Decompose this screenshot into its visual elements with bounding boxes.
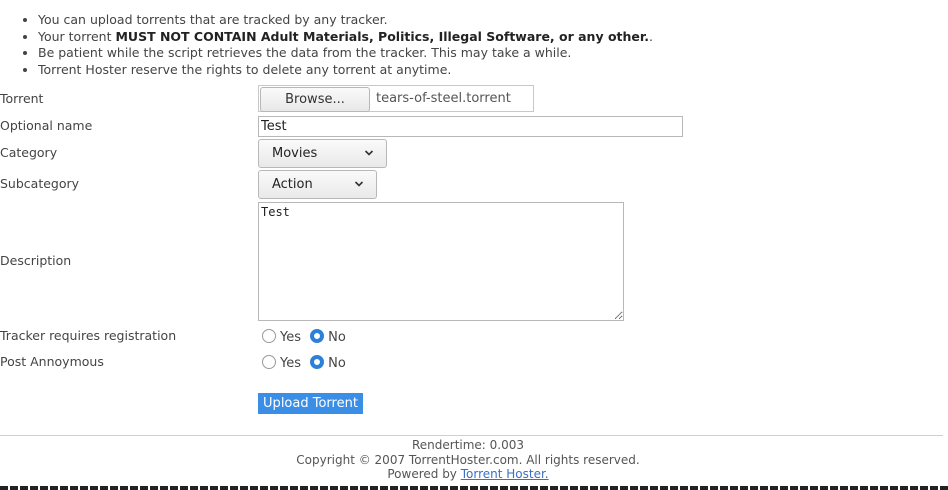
copyright-text: Copyright © 2007 TorrentHoster.com. All …: [296, 453, 640, 467]
rule-item: Be patient while the script retrieves th…: [38, 45, 653, 62]
browse-button[interactable]: Browse...: [260, 87, 370, 112]
torrent-file-input[interactable]: Browse... tears-of-steel.torrent: [258, 85, 534, 112]
rule-text: You can upload torrents that are tracked…: [38, 12, 388, 27]
powered-by-text: Powered by: [387, 467, 461, 481]
tracker-no-radio[interactable]: [310, 329, 325, 343]
rule-text-end: .: [649, 28, 654, 44]
subcategory-label: Subcategory: [0, 176, 80, 191]
category-selected-value: Movies: [272, 146, 318, 161]
post-anonymous-radio-group: Yes No: [262, 355, 351, 371]
subcategory-selected-value: Action: [272, 177, 313, 192]
torrent-hoster-link[interactable]: Torrent Hoster.: [461, 467, 549, 481]
no-label: No: [328, 356, 346, 371]
optional-name-label: Optional name: [0, 118, 93, 133]
rule-item: Your torrent MUST NOT CONTAIN Adult Mate…: [38, 29, 653, 46]
description-textarea[interactable]: Test: [258, 202, 624, 321]
chevron-down-icon: [354, 181, 364, 187]
upload-rules-list: You can upload torrents that are tracked…: [0, 12, 653, 78]
anonymous-yes-radio[interactable]: [262, 355, 276, 369]
chevron-down-icon: [364, 150, 374, 156]
optional-name-input[interactable]: [258, 116, 683, 137]
footer-divider: [0, 435, 943, 436]
category-label: Category: [0, 145, 58, 160]
bottom-dashed-border: [0, 486, 948, 490]
description-label: Description: [0, 253, 72, 268]
yes-label: Yes: [280, 330, 301, 345]
rendertime-text: Rendertime: 0.003: [411, 438, 525, 452]
category-select[interactable]: Movies: [258, 139, 387, 168]
post-anonymous-label: Post Annoymous: [0, 354, 104, 369]
tracker-yes-radio[interactable]: [262, 329, 276, 343]
subcategory-select[interactable]: Action: [258, 170, 377, 199]
yes-label: Yes: [280, 356, 301, 371]
selected-file-name: tears-of-steel.torrent: [376, 91, 511, 106]
upload-torrent-button[interactable]: Upload Torrent: [258, 393, 363, 414]
powered-by-line: Powered by Torrent Hoster.: [0, 467, 936, 481]
tracker-registration-radio-group: Yes No: [262, 329, 351, 345]
rule-item: Torrent Hoster reserve the rights to del…: [38, 62, 653, 79]
rule-item: You can upload torrents that are tracked…: [38, 12, 653, 29]
torrent-label: Torrent: [0, 91, 44, 106]
anonymous-no-radio[interactable]: [310, 355, 325, 369]
rule-text: Be patient while the script retrieves th…: [38, 45, 572, 60]
rule-text: Your torrent: [38, 28, 116, 44]
tracker-registration-label: Tracker requires registration: [0, 328, 177, 343]
no-label: No: [328, 330, 346, 345]
rule-bold-text: MUST NOT CONTAIN Adult Materials, Politi…: [115, 28, 650, 44]
rule-text: Torrent Hoster reserve the rights to del…: [38, 61, 452, 77]
